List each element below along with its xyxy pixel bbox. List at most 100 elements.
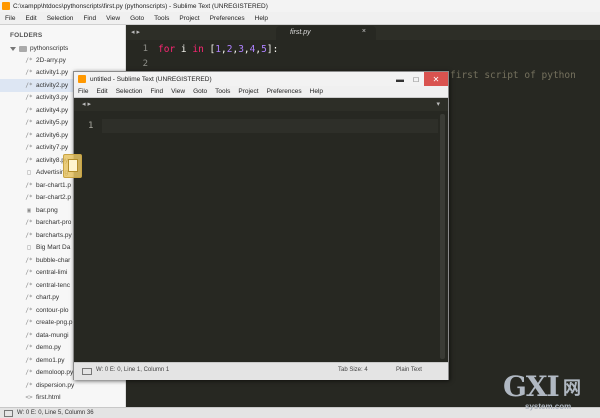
file-icon: /* [25,69,33,77]
console-toggle-icon[interactable] [4,409,13,417]
file-icon: /* [25,231,33,239]
menu-selection[interactable]: Selection [42,15,79,22]
folder-label: pythonscripts [30,45,69,52]
file-icon: /* [25,119,33,127]
main-window-title: C:\xampp\htdocs\pythonscripts\first.py (… [13,2,268,10]
file-icon: /* [25,319,33,327]
file-label: activity6.py [36,131,69,139]
file-icon: ▣ [27,206,31,214]
file-icon: /* [25,94,33,102]
syntax-indicator[interactable]: Plain Text [396,367,422,373]
line-number: 1 [142,44,148,54]
file-label: dispersion.py [36,381,75,389]
line-number: 2 [142,59,148,69]
file-label: activity7.py [36,144,69,152]
file-icon: /* [25,331,33,339]
line-number: 1 [88,121,94,131]
file-icon: /* [25,219,33,227]
code-keyword: for [158,44,176,55]
file-label: central-limi [36,269,68,277]
code-line-1: for i in [1,2,3,4,5]: [158,44,278,55]
file-icon: /* [25,181,33,189]
file-label: bar-chart2.p [36,194,72,202]
file-icon: /* [25,156,33,164]
folders-title: FOLDERS [10,32,43,39]
main-status-text: W: 0 E: 0, Line 5, Column 36 [17,410,94,416]
sublime-app-icon [78,75,86,83]
file-label: contour-plo [36,306,69,314]
tab-first-py[interactable]: first.py × [276,26,376,40]
file-label: Big Mart Da [36,244,71,252]
tab-nav-arrows-icon[interactable]: ◂ ▸ [82,100,91,108]
main-tab-bar: ◂ ▸ first.py × [126,25,600,40]
file-label: activity3.py [36,94,69,102]
menu-project[interactable]: Project [174,15,204,22]
file-icon: /* [25,306,33,314]
drag-file-cursor-icon [63,154,82,178]
menu-help[interactable]: Help [306,88,327,95]
menu-help[interactable]: Help [250,15,273,22]
untitled-menu-bar: File Edit Selection Find View Goto Tools… [74,86,448,98]
chevron-down-icon [10,46,16,51]
file-label: barcharts.py [36,231,72,239]
file-label: first.html [36,394,61,402]
vertical-scrollbar[interactable] [440,114,445,359]
menu-edit[interactable]: Edit [20,15,41,22]
code-line-3-comment: first script of python [450,70,576,81]
menu-edit[interactable]: Edit [92,88,111,95]
file-label: chart.py [36,294,60,302]
file-icon: □ [27,169,31,177]
console-toggle-icon[interactable] [82,368,92,375]
current-line-highlight [102,119,438,133]
menu-preferences[interactable]: Preferences [263,88,306,95]
menu-goto[interactable]: Goto [125,15,149,22]
file-label: demo.py [36,344,61,352]
file-label: demoloop.py [36,369,74,377]
sidebar-file-item[interactable]: <> first.html [0,392,125,405]
untitled-title-bar[interactable]: untitled - Sublime Text (UNREGISTERED) ▬… [74,72,448,86]
tab-size-indicator[interactable]: Tab Size: 4 [338,367,368,373]
folder-pythonscripts[interactable]: pythonscripts [0,43,125,54]
sidebar-file-item[interactable]: /* 2D-arry.py [0,54,125,67]
menu-tools[interactable]: Tools [211,88,234,95]
watermark-site-text: system.com [525,402,572,411]
untitled-window[interactable]: untitled - Sublime Text (UNREGISTERED) ▬… [73,71,449,380]
file-icon: /* [25,144,33,152]
minimize-button[interactable]: ▬ [392,72,408,86]
file-icon: /* [25,81,33,89]
sidebar-file-item[interactable]: /* dispersion.py [0,379,125,392]
file-icon: /* [25,344,33,352]
untitled-status-text: W: 0 E: 0, Line 1, Column 1 [96,367,170,373]
file-icon: /* [25,106,33,114]
close-button[interactable]: ✕ [424,72,448,86]
file-icon: /* [25,56,33,64]
menu-view[interactable]: View [101,15,125,22]
menu-find[interactable]: Find [78,15,101,22]
tab-close-icon[interactable]: × [362,28,366,35]
file-label: bubble-char [36,256,71,264]
tab-nav-arrows-icon[interactable]: ◂ ▸ [131,28,140,36]
document-icon [68,159,78,172]
menu-file[interactable]: File [0,15,20,22]
file-icon: /* [25,294,33,302]
menu-find[interactable]: Find [146,88,167,95]
file-icon: □ [27,244,31,252]
file-icon: /* [25,381,33,389]
menu-project[interactable]: Project [234,88,262,95]
maximize-button[interactable]: □ [408,72,424,86]
untitled-status-bar: W: 0 E: 0, Line 1, Column 1 Tab Size: 4 … [74,362,448,380]
folder-icon [19,45,27,52]
menu-tools[interactable]: Tools [149,15,174,22]
menu-goto[interactable]: Goto [189,88,211,95]
menu-view[interactable]: View [167,88,189,95]
watermark-logo: GXI 网 system.com [503,370,600,417]
file-label: activity4.py [36,106,69,114]
untitled-window-title: untitled - Sublime Text (UNREGISTERED) [90,75,212,83]
tab-dropdown-icon[interactable]: ▾ [436,100,440,108]
menu-selection[interactable]: Selection [112,88,147,95]
menu-preferences[interactable]: Preferences [205,15,250,22]
menu-file[interactable]: File [74,88,92,95]
file-label: demo1.py [36,356,65,364]
untitled-editor[interactable]: 1 [74,111,448,362]
file-label: activity1.py [36,69,69,77]
